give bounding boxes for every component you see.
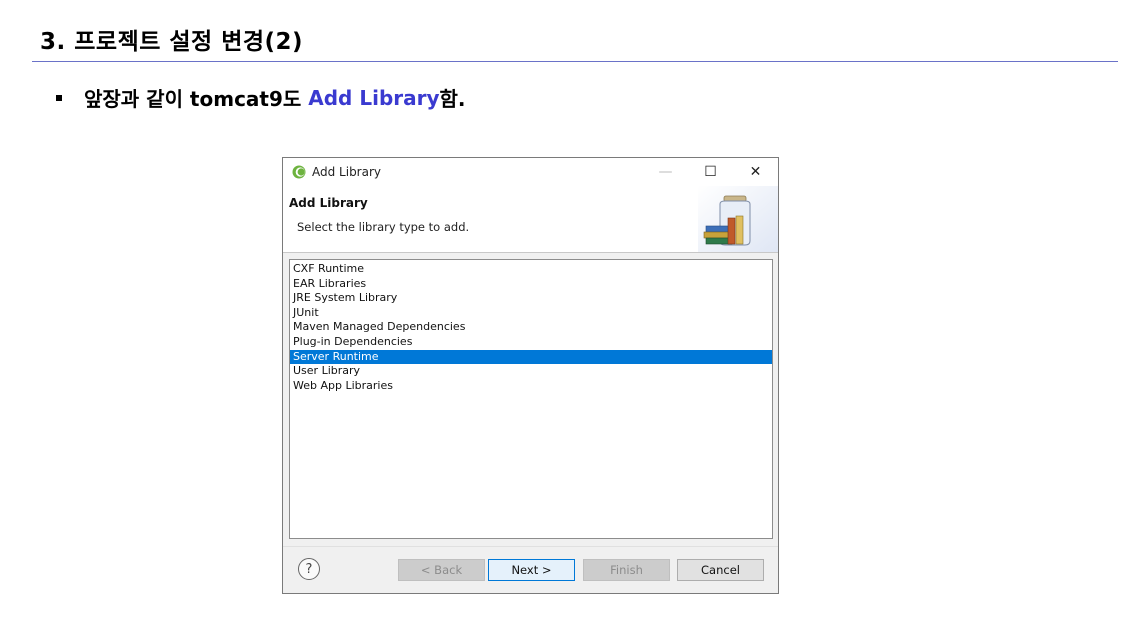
bullet-text-suffix: 함.: [439, 87, 466, 111]
dialog-window-title: Add Library: [312, 165, 382, 179]
library-type-item[interactable]: Web App Libraries: [290, 379, 772, 394]
title-divider: [32, 61, 1118, 62]
minimize-button[interactable]: —: [643, 158, 688, 186]
window-controls: — ☐ ✕: [643, 158, 778, 186]
slide-title: 3. 프로젝트 설정 변경(2): [40, 29, 304, 55]
library-jar-icon: [698, 186, 778, 252]
finish-button[interactable]: Finish: [583, 559, 670, 581]
library-type-item[interactable]: JUnit: [290, 306, 772, 321]
eclipse-app-icon: [292, 165, 306, 179]
library-type-item[interactable]: Plug-in Dependencies: [290, 335, 772, 350]
footer-divider: [283, 546, 778, 547]
bullet-text-accent: Add Library: [308, 85, 440, 110]
cancel-button[interactable]: Cancel: [677, 559, 764, 581]
help-icon[interactable]: ?: [298, 558, 320, 580]
library-type-item[interactable]: CXF Runtime: [290, 262, 772, 277]
back-button[interactable]: < Back: [398, 559, 485, 581]
library-type-item[interactable]: Server Runtime: [290, 349, 772, 365]
library-type-item[interactable]: User Library: [290, 364, 772, 379]
dialog-header-description: Select the library type to add.: [297, 220, 470, 234]
next-button[interactable]: Next >: [488, 559, 575, 581]
dialog-titlebar: Add Library — ☐ ✕: [283, 158, 778, 186]
bullet-text-prefix: 앞장과 같이 tomcat9도: [84, 87, 309, 111]
add-library-dialog: Add Library — ☐ ✕ Add Library Select the…: [282, 157, 779, 594]
maximize-button[interactable]: ☐: [688, 158, 733, 186]
library-type-item[interactable]: Maven Managed Dependencies: [290, 320, 772, 335]
close-button[interactable]: ✕: [733, 158, 778, 186]
library-type-list[interactable]: CXF Runtime EAR Libraries JRE System Libra…: [289, 259, 773, 539]
dialog-header-banner: Add Library Select the library type to a…: [283, 186, 778, 253]
bullet-line: 앞장과 같이 tomcat9도 Add Library 함.: [56, 83, 466, 112]
library-type-item[interactable]: EAR Libraries: [290, 277, 772, 292]
library-type-item[interactable]: JRE System Library: [290, 291, 772, 306]
bullet-square-icon: [56, 94, 62, 101]
dialog-header-title: Add Library: [289, 196, 368, 210]
